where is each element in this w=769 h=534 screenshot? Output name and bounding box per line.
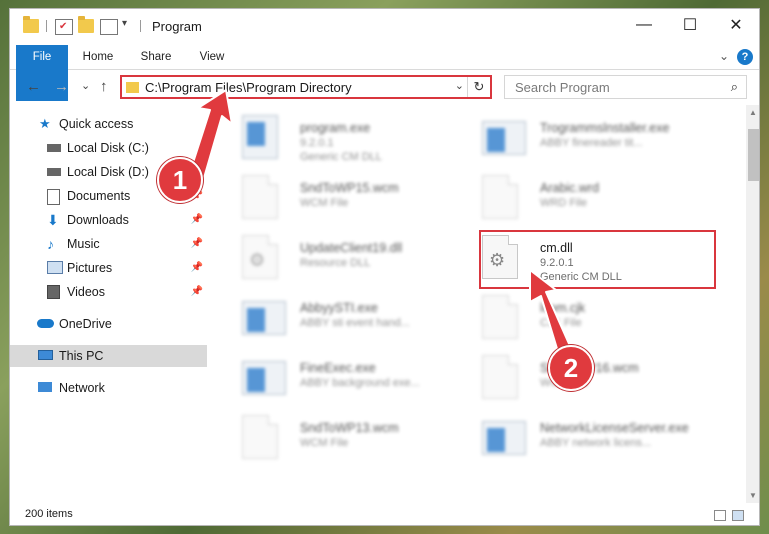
file-item-abbyysti-exe[interactable]: AbbyySTI.exe ABBY sti event hand... — [220, 293, 456, 349]
navigation-bar: ← → ⌄ ↑ C:\Program Files\Program Directo… — [10, 70, 759, 104]
videos-icon — [47, 285, 60, 299]
step-1-badge: 1 — [157, 157, 203, 203]
scroll-down-icon[interactable]: ▼ — [749, 491, 757, 500]
sidebar-item-pictures[interactable]: Pictures 📌 — [10, 257, 207, 279]
document-icon — [482, 175, 518, 219]
pin-icon[interactable]: 📌 — [191, 281, 203, 303]
title-bar: ✔ ▾ Program — ☐ ✕ — [10, 9, 759, 42]
gear-icon: ⚙ — [249, 250, 266, 270]
item-count: 200 items — [25, 508, 73, 520]
divider — [46, 20, 47, 32]
sidebar-item-network[interactable]: Network — [10, 377, 207, 399]
pictures-icon — [47, 261, 63, 274]
sidebar-item-onedrive[interactable]: OneDrive — [10, 313, 207, 335]
sidebar-item-local-disk-c[interactable]: Local Disk (C:) — [10, 137, 207, 159]
step-2-badge: 2 — [548, 345, 594, 391]
file-item-installer-exe[interactable]: Trogrammslnstaller.exe ABBY finereader t… — [460, 113, 696, 169]
folder-icon — [23, 16, 39, 33]
divider — [140, 20, 141, 32]
downloads-icon: ⬇ — [47, 212, 59, 228]
document-icon — [242, 175, 278, 219]
cm-dll-highlight-box — [479, 230, 716, 289]
status-bar: 200 items — [10, 505, 759, 525]
recent-locations-button[interactable]: ⌄ — [81, 79, 90, 92]
sidebar-item-this-pc[interactable]: This PC — [10, 345, 207, 367]
properties-icon[interactable]: ✔ — [55, 19, 73, 35]
refresh-button[interactable]: ↻ — [467, 77, 490, 97]
dll-icon: ⚙ — [242, 235, 278, 279]
scroll-thumb[interactable] — [748, 129, 759, 181]
star-icon: ★ — [39, 116, 51, 131]
cloud-icon — [37, 319, 54, 328]
file-item-updateclient19-dll[interactable]: ⚙ UpdateClient19.dll Resource DLL — [220, 233, 456, 289]
tab-view[interactable]: View — [192, 45, 232, 69]
exe-icon — [482, 421, 526, 455]
rename-icon[interactable] — [100, 19, 118, 35]
document-icon — [482, 295, 518, 339]
tab-share[interactable]: Share — [134, 45, 178, 69]
document-icon — [242, 415, 278, 459]
drive-icon — [47, 168, 61, 176]
forward-button[interactable]: → — [54, 78, 69, 95]
sidebar-item-videos[interactable]: Videos 📌 — [10, 281, 207, 303]
pc-icon — [38, 350, 53, 360]
tab-home[interactable]: Home — [76, 45, 120, 69]
folder-icon — [126, 82, 139, 93]
new-folder-icon[interactable] — [78, 16, 94, 33]
sidebar-item-quick-access[interactable]: ★ Quick access — [10, 113, 207, 135]
sidebar-item-music[interactable]: ♪ Music 📌 — [10, 233, 207, 255]
pin-icon[interactable]: 📌 — [191, 209, 203, 231]
file-list: program.exe 9.2.0.1 Generic CM DLL Trogr… — [210, 105, 746, 503]
file-item-sndtowp13[interactable]: SndToWP13.wcm WCM File — [220, 413, 456, 469]
sidebar-item-downloads[interactable]: ⬇ Downloads 📌 — [10, 209, 207, 231]
minimize-button[interactable]: — — [621, 9, 667, 41]
file-item-program-exe[interactable]: program.exe 9.2.0.1 Generic CM DLL — [220, 113, 456, 169]
drive-icon — [47, 144, 61, 152]
exe-icon — [482, 121, 526, 155]
file-item-sndtowp15[interactable]: SndToWP15.wcm WCM File — [220, 173, 456, 229]
exe-icon — [242, 361, 286, 395]
network-icon — [38, 382, 52, 392]
exe-icon — [242, 115, 278, 159]
exe-icon — [242, 301, 286, 335]
up-button[interactable]: ↑ — [100, 78, 108, 95]
address-path[interactable]: C:\Program Files\Program Directory — [145, 80, 352, 95]
documents-icon — [47, 189, 60, 205]
customize-toolbar-icon[interactable]: ▾ — [122, 18, 127, 29]
close-button[interactable]: ✕ — [713, 9, 759, 41]
address-bar[interactable]: C:\Program Files\Program Directory ⌄ ↻ — [120, 75, 492, 99]
help-icon[interactable]: ? — [737, 49, 753, 65]
music-icon: ♪ — [47, 236, 54, 252]
ribbon-tabs: File Home Share View ⌄ ? — [10, 45, 759, 101]
vertical-scrollbar[interactable]: ▲ ▼ — [746, 105, 759, 503]
scroll-up-icon[interactable]: ▲ — [749, 108, 757, 117]
file-item-fineexec-exe[interactable]: FineExec.exe ABBY background exe... — [220, 353, 456, 409]
search-placeholder: Search Program — [515, 80, 610, 95]
file-item-networklicenseserver-exe[interactable]: NetworkLicenseServer.exe ABBY network li… — [460, 413, 696, 469]
search-icon[interactable]: ⌕ — [731, 79, 738, 95]
file-item-arabic-wrd[interactable]: Arabic.wrd WRD File — [460, 173, 696, 229]
file-item-lcom-cjk[interactable]: lcom.cjk CJK File — [460, 293, 696, 349]
window-title: Program — [152, 19, 202, 34]
address-dropdown-icon[interactable]: ⌄ — [455, 79, 464, 92]
ribbon-expand-icon[interactable]: ⌄ — [719, 49, 729, 63]
document-icon — [482, 355, 518, 399]
large-icons-view-icon[interactable] — [732, 510, 744, 521]
maximize-button[interactable]: ☐ — [667, 9, 713, 41]
pin-icon[interactable]: 📌 — [191, 233, 203, 255]
back-button[interactable]: ← — [26, 78, 41, 95]
pin-icon[interactable]: 📌 — [191, 257, 203, 279]
search-input[interactable]: Search Program ⌕ — [504, 75, 747, 99]
details-view-icon[interactable] — [714, 510, 726, 521]
